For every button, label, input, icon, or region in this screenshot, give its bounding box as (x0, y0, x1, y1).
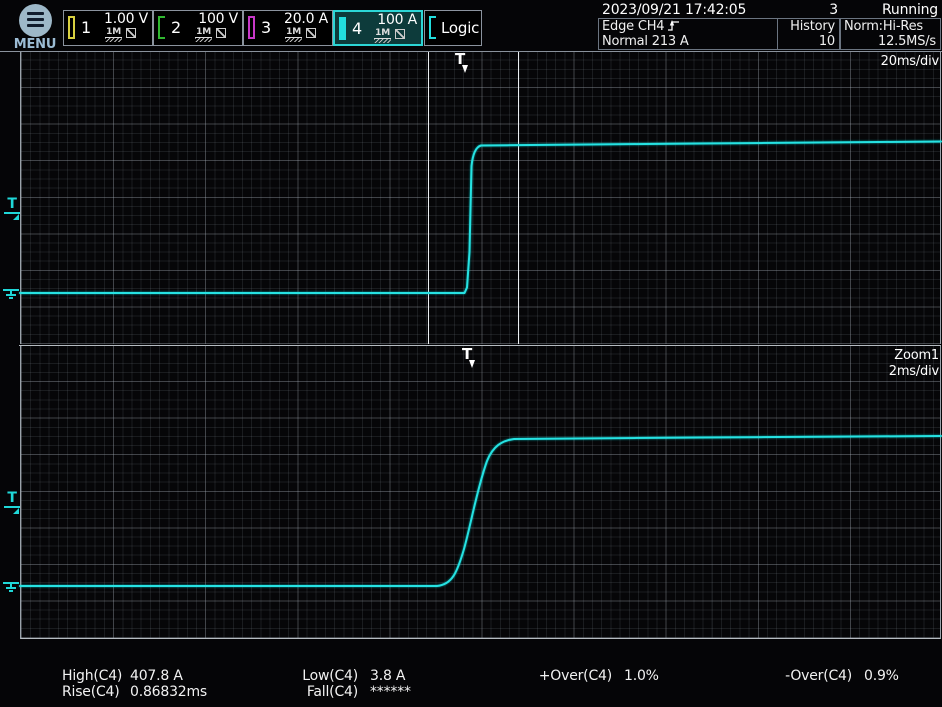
channel-3-box[interactable]: 3 20.0 A 1M (243, 10, 333, 46)
measurement-low: Low(C4)3.8 A (282, 668, 405, 684)
channel-4-box-selected[interactable]: 4 100 A 1M (333, 10, 423, 46)
history-value: 10 (781, 34, 835, 49)
sample-rate: 12.5MS/s (844, 34, 936, 49)
channel-2-scale: 100 V (198, 11, 238, 27)
zoom-timebase-label: 2ms/div (889, 364, 939, 379)
hamburger-icon (19, 4, 52, 37)
impedance-1m-icon: 1M (285, 28, 302, 42)
main-waveform-grid (20, 52, 941, 344)
zoom-title-label: Zoom1 (894, 348, 939, 363)
measurement-pos-overshoot: +Over(C4)1.0% (520, 668, 659, 684)
zoom-waveform-grid (20, 346, 941, 639)
history-label: History (781, 19, 835, 34)
acquisition-mode-box[interactable]: Norm:Hi-Res 12.5MS/s (840, 18, 941, 50)
channel-1-number: 1 (81, 18, 91, 37)
logic-color-bracket (429, 16, 436, 39)
probe-icon (126, 28, 136, 38)
trigger-position-marker-zoom[interactable]: T (462, 347, 476, 361)
trigger-level-marker-main[interactable]: T (4, 198, 20, 214)
channel-1-icons: 1M (105, 28, 136, 42)
main-timebase-label: 20ms/div (881, 54, 939, 69)
trigger-position-marker-main[interactable]: T (455, 52, 469, 66)
measurement-neg-overshoot: -Over(C4)0.9% (760, 668, 899, 684)
probe-icon (395, 29, 405, 39)
zoom-window-left-edge[interactable] (428, 52, 429, 344)
probe-icon (306, 28, 316, 38)
channel-3-number: 3 (261, 18, 271, 37)
trigger-info-box[interactable]: Edge CH4 Normal 213 A (598, 18, 778, 50)
zoom-window-right-edge[interactable] (518, 52, 519, 344)
impedance-1m-icon: 1M (105, 28, 122, 42)
impedance-1m-icon: 1M (195, 28, 212, 42)
acq-mode: Norm:Hi-Res (844, 19, 936, 34)
logic-box[interactable]: Logic (424, 10, 482, 46)
acquisition-count: 3 (770, 2, 838, 18)
channel-1-scale: 1.00 V (104, 11, 148, 27)
channel-4-scale: 100 A (377, 12, 417, 28)
channel-3-icons: 1M (285, 28, 316, 42)
menu-button[interactable]: MENU (6, 2, 58, 50)
channel-1-box[interactable]: 1 1.00 V 1M (63, 10, 153, 46)
trigger-level-marker-zoom[interactable]: T (4, 492, 20, 508)
ground-level-marker-main[interactable] (3, 289, 19, 301)
menu-label: MENU (6, 37, 64, 52)
channel-2-box[interactable]: 2 100 V 1M (153, 10, 243, 46)
channel-3-color-bracket (248, 16, 255, 39)
channel-2-number: 2 (171, 18, 181, 37)
channel-4-color-bracket (339, 17, 346, 40)
channel-4-number: 4 (352, 19, 362, 38)
history-box[interactable]: History 10 (777, 18, 840, 50)
datetime: 2023/09/21 17:42:05 (602, 2, 746, 18)
channel-3-scale: 20.0 A (284, 11, 328, 27)
channel-1-color-bracket (68, 16, 75, 39)
logic-label: Logic (441, 19, 479, 37)
trigger-type: Edge CH4 (602, 19, 773, 34)
impedance-1m-icon: 1M (374, 29, 391, 43)
rising-edge-icon (667, 19, 680, 32)
probe-icon (216, 28, 226, 38)
run-state: Running (856, 2, 938, 18)
channel-2-color-bracket (158, 16, 165, 39)
trigger-mode-level: Normal 213 A (602, 34, 773, 49)
channel-2-icons: 1M (195, 28, 226, 42)
channel-4-icons: 1M (374, 29, 405, 43)
measurement-fall: Fall(C4)****** (282, 684, 411, 700)
ground-level-marker-zoom[interactable] (3, 582, 19, 594)
oscilloscope-screen: MENU 1 1.00 V 1M 2 100 V 1M 3 20.0 A 1M … (0, 0, 942, 707)
